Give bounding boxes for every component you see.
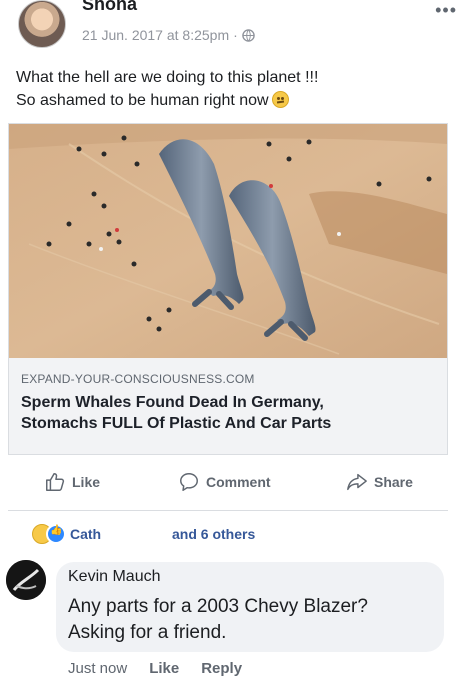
post-action-bar: Like Comment Share (0, 466, 475, 502)
reactions-summary[interactable]: Cath and 6 others (0, 522, 475, 548)
share-button[interactable]: Share (346, 466, 413, 498)
link-domain[interactable]: EXPAND-YOUR-CONSCIOUSNESS.COM (21, 372, 255, 386)
comment-bubble: Kevin Mauch Any parts for a 2003 Chevy B… (56, 562, 444, 652)
share-label[interactable]: Share (374, 474, 413, 490)
comment-reply-link[interactable]: Reply (201, 660, 242, 677)
post-meta: 21 Jun. 2017 at 8:25pm · (82, 27, 255, 43)
divider (8, 510, 448, 511)
post-text-line: So ashamed to be human right now (16, 89, 456, 112)
comment-text-line: Asking for a friend. (68, 622, 227, 643)
reaction-name[interactable]: Cath (70, 526, 101, 542)
comment-text-line: Any parts for a 2003 Chevy Blazer? (68, 596, 368, 617)
post-text-line: What the hell are we doing to this plane… (16, 69, 319, 86)
like-reaction-icon (46, 524, 66, 544)
comment-author[interactable]: Kevin Mauch (68, 568, 161, 586)
link-preview-card[interactable]: EXPAND-YOUR-CONSCIOUSNESS.COM Sperm Whal… (8, 123, 448, 455)
globe-icon (242, 28, 255, 42)
link-preview-image[interactable] (9, 124, 447, 358)
meta-separator: · (233, 27, 238, 43)
post-text: What the hell are we doing to this plane… (16, 66, 456, 112)
reaction-others[interactable]: and 6 others (172, 526, 255, 542)
comment-footer: Just now Like Reply (68, 660, 242, 677)
post-text-line-content: So ashamed to be human right now (16, 92, 269, 109)
more-icon[interactable]: ••• (435, 0, 457, 21)
author-avatar[interactable] (18, 0, 66, 48)
confused-emoji-icon (271, 91, 289, 108)
link-title-line[interactable]: Stomachs FULL Of Plastic And Car Parts (21, 413, 441, 434)
comment-like-link[interactable]: Like (149, 660, 179, 677)
post-timestamp[interactable]: 21 Jun. 2017 at 8:25pm (82, 27, 229, 43)
comment-label[interactable]: Comment (206, 474, 271, 490)
post-header: Shona 21 Jun. 2017 at 8:25pm · ••• (0, 0, 475, 60)
link-title[interactable]: Sperm Whales Found Dead In Germany, Stom… (21, 392, 441, 434)
commenter-avatar[interactable] (6, 560, 46, 600)
comment-text: Any parts for a 2003 Chevy Blazer? Askin… (68, 594, 438, 646)
like-label[interactable]: Like (72, 474, 100, 490)
author-name[interactable]: Shona (82, 0, 137, 15)
comment-time[interactable]: Just now (68, 660, 127, 677)
like-button[interactable]: Like (44, 466, 100, 498)
share-arrow-icon (347, 473, 367, 491)
link-title-line[interactable]: Sperm Whales Found Dead In Germany, (21, 392, 441, 413)
speech-bubble-icon (180, 473, 198, 491)
comment-button[interactable]: Comment (178, 466, 271, 498)
thumbs-up-icon (46, 473, 65, 491)
